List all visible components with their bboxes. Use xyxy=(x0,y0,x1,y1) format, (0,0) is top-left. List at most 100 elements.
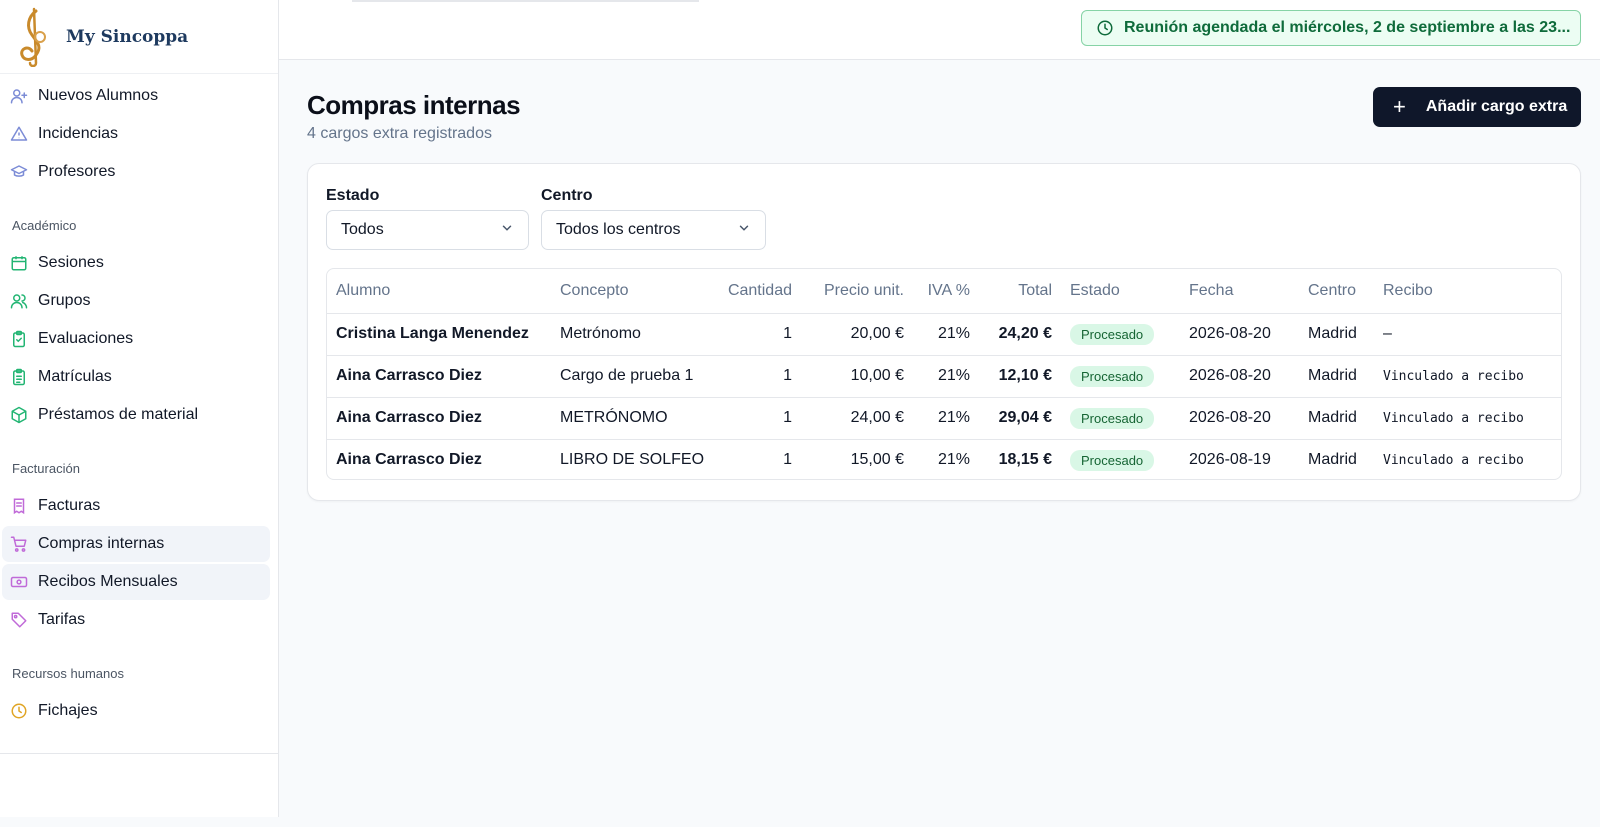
cell-concepto: Metrónomo xyxy=(551,313,715,356)
sidebar-item-prestamos[interactable]: Préstamos de material xyxy=(2,397,270,433)
cell-centro: Madrid xyxy=(1308,451,1357,469)
clipboard-check-icon xyxy=(10,330,28,348)
chevron-down-icon xyxy=(500,221,514,240)
estado-select-value: Todos xyxy=(341,221,384,238)
warning-triangle-icon xyxy=(10,125,28,143)
cell-recibo: – xyxy=(1374,313,1561,356)
topbar: Reunión agendada el miércoles, 2 de sept… xyxy=(279,0,1600,60)
column-header-concepto[interactable]: Concepto xyxy=(551,269,715,314)
cell-iva: 21% xyxy=(937,451,970,469)
clipboard-list-icon xyxy=(10,368,28,386)
cell-alumno: Cristina Langa Menendez xyxy=(327,313,551,356)
sidebar-item-label: Facturas xyxy=(38,497,101,514)
cell-total: 24,20 € xyxy=(979,313,1061,356)
sidebar-item-label: Evaluaciones xyxy=(38,330,134,347)
user-plus-icon xyxy=(10,87,28,105)
cell-fecha: 2026-08-19 xyxy=(1189,451,1271,469)
cell-recibo[interactable]: Vinculado a recibo xyxy=(1374,397,1561,440)
cell-estado: Procesado xyxy=(1061,313,1180,356)
cell-alumno: Aina Carrasco Diez xyxy=(327,355,551,398)
centro-select[interactable]: Todos los centros xyxy=(541,210,766,250)
cell-precio: 20,00 € xyxy=(801,313,913,356)
column-header-recibo[interactable]: Recibo xyxy=(1374,269,1561,314)
treble-clef-logo-icon xyxy=(20,7,46,67)
sidebar-item-recibos-mensuales[interactable]: Recibos Mensuales xyxy=(2,564,270,600)
sidebar-item-label: Préstamos de material xyxy=(38,406,199,423)
sidebar-item-label: Tarifas xyxy=(38,611,86,628)
cell-precio: 24,00 € xyxy=(801,397,913,440)
sidebar-item-profesores[interactable]: Profesores xyxy=(2,154,270,190)
sidebar-item-label: Sesiones xyxy=(38,254,104,271)
table-row[interactable]: Aina Carrasco Diez Cargo de prueba 1 1 1… xyxy=(327,355,1561,398)
estado-filter-label: Estado xyxy=(326,187,380,204)
cell-concepto: LIBRO DE SOLFEO xyxy=(560,451,705,469)
sidebar-item-evaluaciones[interactable]: Evaluaciones xyxy=(2,321,270,357)
cell-cantidad: 1 xyxy=(783,451,792,469)
centro-filter: Centro Todos los centros xyxy=(541,187,766,250)
page-title: Compras internas xyxy=(307,90,521,120)
table-row[interactable]: Cristina Langa Menendez Metrónomo 1 20,0… xyxy=(327,313,1561,356)
estado-select[interactable]: Todos xyxy=(326,210,529,250)
sidebar-item-grupos[interactable]: Grupos xyxy=(2,283,270,319)
sidebar-item-incidencias[interactable]: Incidencias xyxy=(2,116,270,152)
centro-select-value: Todos los centros xyxy=(556,221,681,238)
graduation-cap-icon xyxy=(10,163,28,181)
sidebar-item-matriculas[interactable]: Matrículas xyxy=(2,359,270,395)
sidebar-section-facturacion: Facturación xyxy=(12,461,80,476)
sidebar-item-sesiones[interactable]: Sesiones xyxy=(2,245,270,281)
sidebar-item-facturas[interactable]: Facturas xyxy=(2,488,270,524)
add-extra-charge-label: Añadir cargo extra xyxy=(1425,98,1568,115)
meeting-text: Reunión agendada el miércoles, 2 de sept… xyxy=(1124,19,1571,36)
column-header-estado[interactable]: Estado xyxy=(1061,269,1180,314)
centro-filter-label: Centro xyxy=(541,187,593,204)
column-header-alumno[interactable]: Alumno xyxy=(327,269,551,314)
cell-iva: 21% xyxy=(913,355,979,398)
cell-concepto: METRÓNOMO xyxy=(551,397,715,440)
status-badge: Procesado xyxy=(1070,449,1155,471)
cell-centro: Madrid xyxy=(1299,397,1374,440)
chevron-down-icon xyxy=(737,221,751,240)
sidebar-item-label: Compras internas xyxy=(38,535,165,552)
brand[interactable]: My Sincoppa xyxy=(0,0,278,74)
sidebar-item-label: Matrículas xyxy=(38,368,112,385)
sidebar-item-compras-internas[interactable]: Compras internas xyxy=(2,526,270,562)
sidebar-item-fichajes[interactable]: Fichajes xyxy=(2,693,270,729)
cell-iva: 21% xyxy=(913,313,979,356)
sidebar-nav: Nuevos Alumnos Incidencias Profesores Ac… xyxy=(0,74,278,729)
purchases-card: Estado Todos Centro Todos los centros Al… xyxy=(307,163,1581,501)
column-header-total[interactable]: Total xyxy=(979,269,1061,314)
column-header-fecha[interactable]: Fecha xyxy=(1180,269,1299,314)
cell-estado: Procesado xyxy=(1061,355,1180,398)
cell-recibo[interactable]: Vinculado a recibo xyxy=(1374,439,1561,479)
cell-concepto: Cargo de prueba 1 xyxy=(551,355,715,398)
meeting-notice[interactable]: Reunión agendada el miércoles, 2 de sept… xyxy=(1081,10,1581,46)
column-header-centro[interactable]: Centro xyxy=(1299,269,1374,314)
topbar-divider xyxy=(352,0,699,2)
sidebar-item-label: Fichajes xyxy=(38,702,98,719)
column-header-iva[interactable]: IVA % xyxy=(913,269,979,314)
calendar-icon xyxy=(10,254,28,272)
cell-precio: 10,00 € xyxy=(801,355,913,398)
cell-precio: 15,00 € xyxy=(850,451,904,469)
cell-alumno: Aina Carrasco Diez xyxy=(327,397,551,440)
banknote-icon xyxy=(10,573,28,591)
column-header-cantidad[interactable]: Cantidad xyxy=(715,269,801,314)
sidebar-item-label: Grupos xyxy=(38,292,91,309)
cell-recibo[interactable]: Vinculado a recibo xyxy=(1374,355,1561,398)
status-badge: Procesado xyxy=(1070,323,1155,345)
sidebar-section-academico: Académico xyxy=(12,218,77,233)
table-row[interactable]: Aina Carrasco Diez METRÓNOMO 1 24,00 € 2… xyxy=(327,397,1561,440)
add-extra-charge-button[interactable]: + Añadir cargo extra xyxy=(1373,87,1581,127)
cell-cantidad: 1 xyxy=(715,355,801,398)
cell-alumno: Aina Carrasco Diez xyxy=(336,451,482,469)
status-badge: Procesado xyxy=(1070,407,1155,429)
cell-centro: Madrid xyxy=(1299,355,1374,398)
sidebar-item-nuevos-alumnos[interactable]: Nuevos Alumnos xyxy=(2,78,270,114)
sidebar-item-tarifas[interactable]: Tarifas xyxy=(2,602,270,638)
column-header-precio[interactable]: Precio unit. xyxy=(801,269,913,314)
sidebar: My Sincoppa Nuevos Alumnos Incidencias P… xyxy=(0,0,279,817)
cell-cantidad: 1 xyxy=(715,313,801,356)
table-row[interactable]: Aina Carrasco Diez LIBRO DE SOLFEO 1 15,… xyxy=(327,439,1561,479)
clock-icon xyxy=(10,702,28,720)
cell-fecha: 2026-08-20 xyxy=(1180,313,1299,356)
